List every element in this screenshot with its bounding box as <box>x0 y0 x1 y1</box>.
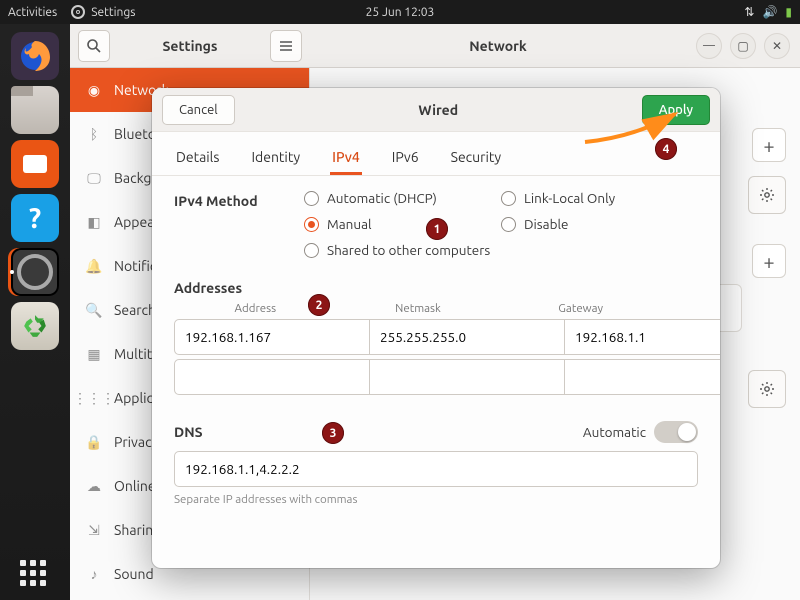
dock-firefox[interactable] <box>11 32 59 80</box>
tab-security[interactable]: Security <box>449 137 504 175</box>
dock-show-apps[interactable] <box>0 560 70 590</box>
address-row <box>174 319 698 355</box>
sidebar-item-label: Search <box>114 302 156 318</box>
dns-heading: DNS <box>174 424 203 440</box>
page-title: Network <box>310 38 686 54</box>
sidebar-search-button[interactable] <box>78 30 110 62</box>
annotation-arrow <box>580 102 700 162</box>
network-icon: ⇅ <box>744 5 754 19</box>
proxy-settings-button[interactable] <box>748 370 786 408</box>
col-gateway: Gateway <box>499 302 662 315</box>
share-icon: ⇲ <box>86 522 102 538</box>
gear-icon <box>759 381 775 397</box>
radio-manual[interactable]: Manual <box>304 216 501 232</box>
dock-help[interactable]: ? <box>11 194 59 242</box>
ipv4-method-label: IPv4 Method <box>174 190 304 258</box>
dns-automatic-label: Automatic <box>583 424 646 440</box>
dns-servers-input[interactable] <box>174 451 698 487</box>
cloud-icon: ☁ <box>86 478 102 494</box>
activities-button[interactable]: Activities <box>8 6 57 19</box>
settings-headerbar: Settings Network — ▢ ✕ <box>70 24 800 68</box>
address-input[interactable] <box>174 359 370 395</box>
tab-ipv4[interactable]: IPv4 <box>330 137 362 175</box>
bell-icon: 🔔 <box>86 258 102 274</box>
window-maximize[interactable]: ▢ <box>730 33 756 59</box>
radio-label: Automatic (DHCP) <box>327 190 437 206</box>
grid-icon: ⋮⋮⋮ <box>86 390 102 406</box>
radio-link-local[interactable]: Link-Local Only <box>501 190 698 206</box>
topbar-app[interactable]: Settings <box>71 5 135 19</box>
tab-identity[interactable]: Identity <box>249 137 302 175</box>
hamburger-icon <box>278 38 294 54</box>
radio-label: Manual <box>327 216 372 232</box>
sidebar-title: Settings <box>118 38 262 54</box>
lock-icon: 🔒 <box>86 434 102 450</box>
cancel-button[interactable]: Cancel <box>162 95 235 125</box>
wired-settings-button[interactable] <box>748 176 786 214</box>
netmask-input[interactable] <box>370 359 565 395</box>
gear-icon <box>759 187 775 203</box>
sidebar-item-label: Sound <box>114 566 154 582</box>
add-vpn-button[interactable]: + <box>752 244 786 278</box>
col-netmask: Netmask <box>337 302 500 315</box>
dock: ? <box>0 24 70 600</box>
battery-icon: ▮ <box>785 5 792 19</box>
search-icon: 🔍 <box>86 302 102 318</box>
globe-icon: ◉ <box>86 82 102 98</box>
tab-ipv6[interactable]: IPv6 <box>390 137 421 175</box>
annotation-badge-3: 3 <box>322 422 344 444</box>
volume-icon: 🔊 <box>762 5 777 19</box>
multitask-icon: ▦ <box>86 346 102 362</box>
topbar-status[interactable]: ⇅ 🔊 ▮ <box>744 5 792 19</box>
topbar-clock[interactable]: 25 Jun 12:03 <box>366 6 435 19</box>
dock-files[interactable] <box>11 86 59 134</box>
dns-hint: Separate IP addresses with commas <box>174 493 698 506</box>
topbar-app-label: Settings <box>91 6 135 19</box>
address-input[interactable] <box>174 319 370 355</box>
tab-details[interactable]: Details <box>174 137 221 175</box>
bluetooth-icon: ᛒ <box>86 126 102 142</box>
dns-automatic-switch[interactable] <box>654 421 698 443</box>
display-icon: 🖵 <box>86 170 102 186</box>
dock-settings[interactable] <box>11 248 59 296</box>
address-row <box>174 359 698 395</box>
window-minimize[interactable]: — <box>696 33 722 59</box>
radio-disable[interactable]: Disable <box>501 216 698 232</box>
appearance-icon: ◧ <box>86 214 102 230</box>
radio-automatic-dhcp[interactable]: Automatic (DHCP) <box>304 190 501 206</box>
addresses-columns: Address Netmask Gateway <box>174 302 698 315</box>
window-close[interactable]: ✕ <box>764 33 790 59</box>
addresses-heading: Addresses <box>174 280 698 296</box>
radio-label: Shared to other computers <box>327 242 490 258</box>
netmask-input[interactable] <box>370 319 565 355</box>
annotation-badge-1: 1 <box>426 218 448 240</box>
radio-label: Disable <box>524 216 569 232</box>
sound-icon: ♪ <box>86 566 102 582</box>
dock-software[interactable] <box>11 140 59 188</box>
annotation-badge-4: 4 <box>655 138 677 160</box>
gear-icon <box>71 5 85 19</box>
add-wired-button[interactable]: + <box>752 128 786 162</box>
gnome-topbar: Activities Settings 25 Jun 12:03 ⇅ 🔊 ▮ <box>0 0 800 24</box>
radio-shared[interactable]: Shared to other computers <box>304 242 698 258</box>
hamburger-button[interactable] <box>270 30 302 62</box>
gateway-input[interactable] <box>565 319 720 355</box>
search-icon <box>86 38 102 54</box>
dock-trash[interactable] <box>11 302 59 350</box>
radio-label: Link-Local Only <box>524 190 615 206</box>
annotation-badge-2: 2 <box>308 294 330 316</box>
gateway-input[interactable] <box>565 359 720 395</box>
